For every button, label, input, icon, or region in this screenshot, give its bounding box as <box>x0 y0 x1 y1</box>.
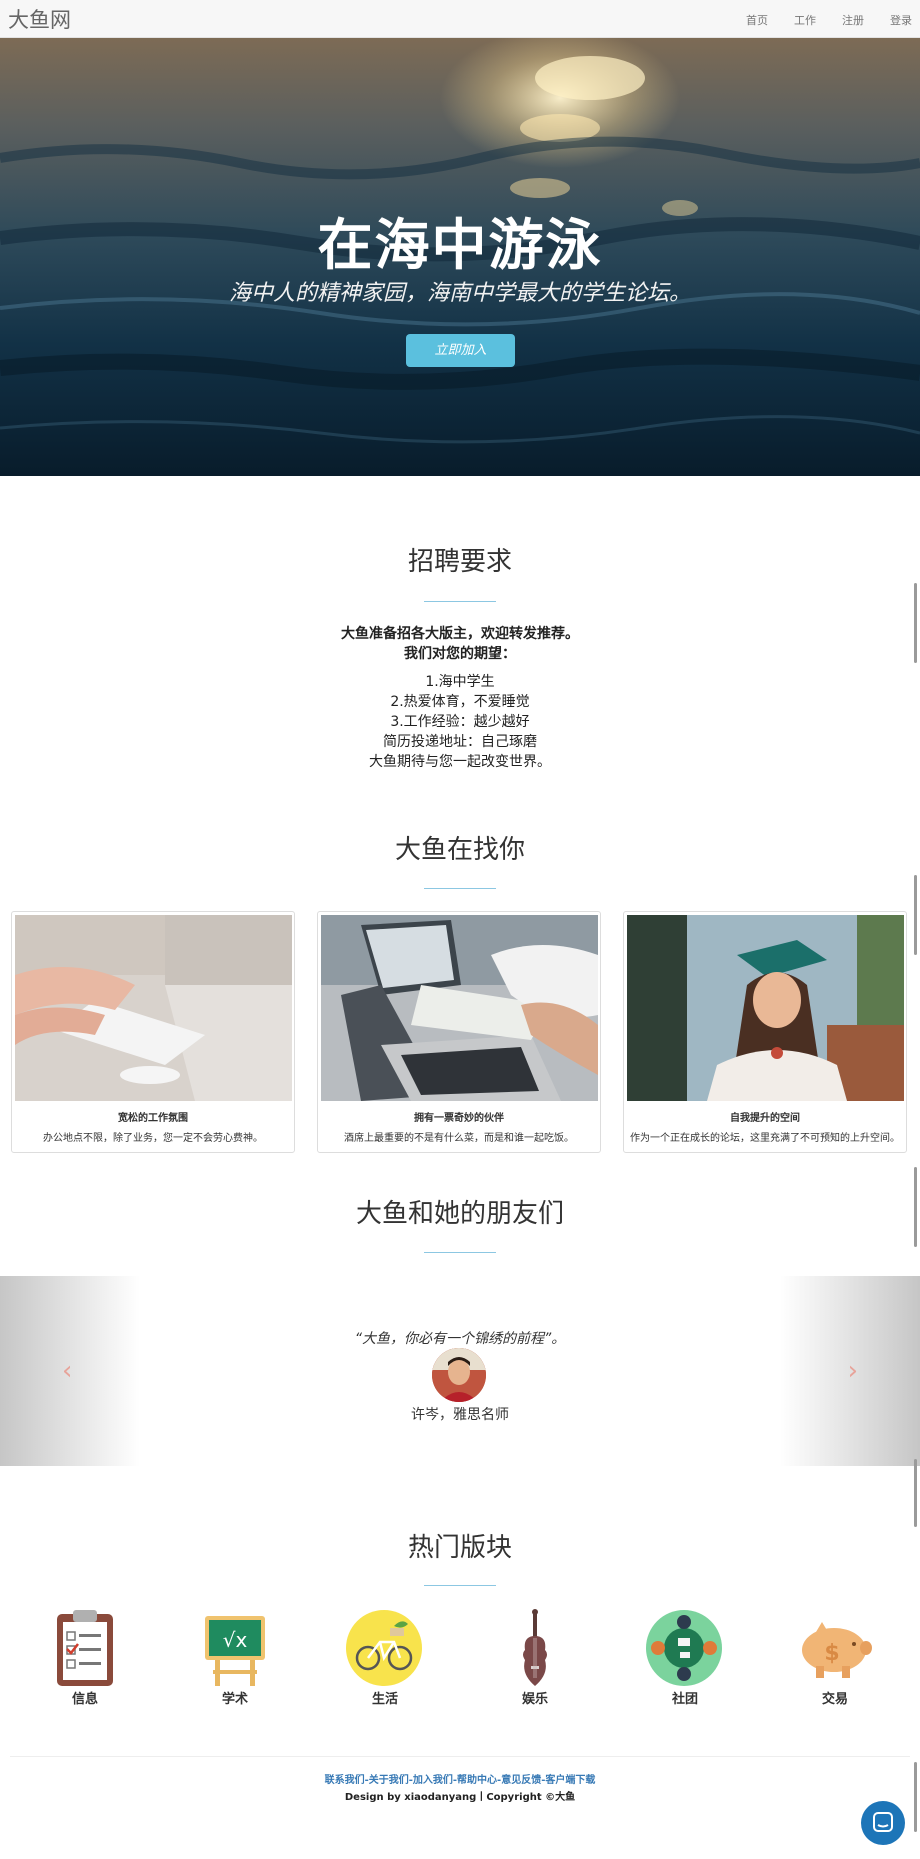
section-divider <box>424 1585 496 1586</box>
card-image-laptops <box>321 915 598 1101</box>
section-divider <box>424 601 496 602</box>
chalkboard-sqrt-icon[interactable]: √x <box>195 1608 275 1688</box>
looking-section-title: 大鱼在找你 <box>394 835 525 865</box>
hero-subtitle: 海中人的精神家园，海南中学最大的学生论坛。 <box>228 281 691 306</box>
recruit-line: 我们对您的期望： <box>404 646 516 662</box>
recruit-section-title: 招聘要求 <box>407 547 512 577</box>
feature-card[interactable]: 宽松的工作氛围 办公地点不限，除了业务，您一定不会劳心费神。 <box>11 911 295 1153</box>
recruit-line: 2.热爱体育，不爱睡觉 <box>390 694 530 710</box>
footer-copyright: Design by xiaodanyang丨Copyright ©大鱼 <box>344 1792 576 1803</box>
join-now-button[interactable]: 立即加入 <box>406 334 515 367</box>
chevron-left-icon[interactable]: ‹ <box>62 1356 72 1386</box>
testimonial-quote: “大鱼，你必有一个锦绣的前程”。 <box>354 1331 566 1347</box>
scrollbar-thumb[interactable] <box>914 1459 917 1527</box>
svg-text:√x: √x <box>223 1628 248 1652</box>
recruit-line: 3.工作经验：越少越好 <box>390 714 530 730</box>
page: 大鱼网 首页 工作 注册 登录 在海中游泳 海中人的精神家园，海南中学最大的学生… <box>0 0 920 1859</box>
footer-divider <box>10 1756 910 1757</box>
card-image-keyboard <box>15 915 292 1101</box>
recruit-line: 大鱼准备招各大版主，欢迎转发推荐。 <box>341 626 579 642</box>
scrollbar-thumb[interactable] <box>914 875 917 955</box>
hot-label-clubs[interactable]: 社团 <box>640 1688 730 1707</box>
card-image-graduate <box>627 915 904 1101</box>
card-description: 酒席上最重要的不是有什么菜，而是和谁一起吃饭。 <box>344 1133 574 1144</box>
carousel-next-control[interactable]: › <box>780 1276 920 1466</box>
hot-label-info[interactable]: 信息 <box>40 1688 130 1707</box>
nav-link-register[interactable]: 注册 <box>842 12 864 28</box>
hot-label-academic[interactable]: 学术 <box>190 1688 280 1707</box>
hot-label-trade[interactable]: 交易 <box>790 1688 880 1707</box>
violin-icon[interactable] <box>495 1608 575 1688</box>
top-navbar: 大鱼网 首页 工作 注册 登录 <box>0 0 920 38</box>
section-divider <box>424 888 496 889</box>
card-title: 自我提升的空间 <box>730 1113 800 1124</box>
footer-links[interactable]: 联系我们-关于我们-加入我们-帮助中心-意见反馈-客户端下载 <box>0 1771 920 1786</box>
friends-section-title: 大鱼和她的朋友们 <box>355 1199 564 1229</box>
clipboard-icon[interactable] <box>45 1608 125 1688</box>
card-title: 拥有一票奇妙的伙伴 <box>414 1113 504 1124</box>
recruit-requirements: 大鱼准备招各大版主，欢迎转发推荐。 我们对您的期望： 1.海中学生 2.热爱体育… <box>0 624 920 772</box>
testimonial-carousel: ‹ › “大鱼，你必有一个锦绣的前程”。 许岑，雅思名师 <box>0 1276 920 1466</box>
card-title: 宽松的工作氛围 <box>118 1113 188 1124</box>
chat-button[interactable] <box>861 1801 905 1845</box>
avatar <box>432 1348 486 1402</box>
card-description: 作为一个正在成长的论坛，这里充满了不可预知的上升空间。 <box>630 1133 900 1144</box>
testimonial-author: 许岑，雅思名师 <box>411 1407 509 1423</box>
feature-card[interactable]: 自我提升的空间 作为一个正在成长的论坛，这里充满了不可预知的上升空间。 <box>623 911 907 1153</box>
nav-link-home[interactable]: 首页 <box>746 12 768 28</box>
hero-title: 在海中游泳 <box>317 213 603 277</box>
scrollbar-thumb[interactable] <box>914 1167 917 1247</box>
meeting-table-icon[interactable] <box>644 1608 724 1688</box>
chat-icon <box>873 1812 893 1832</box>
recruit-line: 简历投递地址：自己琢磨 <box>383 734 537 750</box>
carousel-prev-control[interactable]: ‹ <box>0 1276 140 1466</box>
section-divider <box>424 1252 496 1253</box>
piggy-bank-icon[interactable]: $ <box>794 1608 874 1688</box>
bicycle-icon[interactable] <box>344 1608 424 1688</box>
brand-logo[interactable]: 大鱼网 <box>8 4 71 34</box>
scrollbar-thumb[interactable] <box>914 1762 917 1832</box>
card-description: 办公地点不限，除了业务，您一定不会劳心费神。 <box>43 1133 263 1144</box>
svg-text:$: $ <box>824 1641 839 1666</box>
nav-link-login[interactable]: 登录 <box>890 12 912 28</box>
feature-card[interactable]: 拥有一票奇妙的伙伴 酒席上最重要的不是有什么菜，而是和谁一起吃饭。 <box>317 911 601 1153</box>
hero-banner: 在海中游泳 海中人的精神家园，海南中学最大的学生论坛。 立即加入 <box>0 38 920 476</box>
scrollbar-thumb[interactable] <box>914 583 917 663</box>
chevron-right-icon[interactable]: › <box>848 1356 858 1386</box>
nav-link-jobs[interactable]: 工作 <box>794 12 816 28</box>
hot-label-entertainment[interactable]: 娱乐 <box>490 1688 580 1707</box>
hot-section-title: 热门版块 <box>407 1533 512 1563</box>
hot-label-life[interactable]: 生活 <box>340 1688 430 1707</box>
nav-links: 首页 工作 注册 登录 <box>746 12 912 28</box>
recruit-line: 大鱼期待与您一起改变世界。 <box>369 754 551 770</box>
recruit-line: 1.海中学生 <box>425 674 495 690</box>
